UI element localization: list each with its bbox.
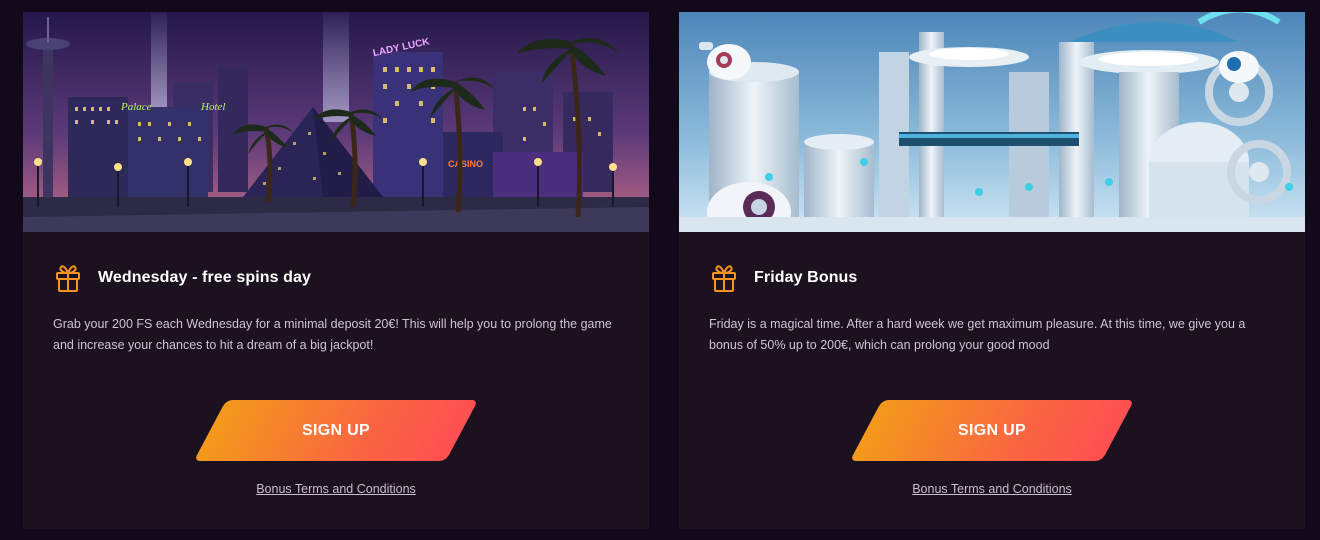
promo-card-wednesday: Palace Hotel LADY LUCK CASINO Wednesday …	[23, 12, 649, 529]
sign-up-button[interactable]: SIGN UP	[842, 400, 1142, 461]
palace-sign: Palace	[120, 101, 152, 113]
promo-card-friday: Friday Bonus Friday is a magical time. A…	[679, 12, 1305, 529]
gift-icon	[53, 263, 83, 293]
promo-description: Friday is a magical time. After a hard w…	[709, 317, 1246, 352]
sign-up-label: SIGN UP	[958, 421, 1026, 439]
sign-up-button[interactable]: SIGN UP	[186, 400, 486, 461]
casino-sign: CASINO	[448, 159, 483, 169]
promo-heading: Friday Bonus	[709, 262, 857, 294]
promotions-page: Palace Hotel LADY LUCK CASINO Wednesday …	[0, 0, 1320, 540]
bonus-terms-link[interactable]: Bonus Terms and Conditions	[679, 482, 1305, 496]
promo-title: Wednesday - free spins day	[98, 269, 312, 286]
sign-up-label: SIGN UP	[302, 421, 370, 439]
gift-icon	[709, 263, 739, 293]
night-city-banner: Palace Hotel LADY LUCK CASINO	[23, 12, 649, 232]
hotel-sign: Hotel	[200, 101, 225, 113]
bonus-terms-link[interactable]: Bonus Terms and Conditions	[23, 482, 649, 496]
futuristic-city-banner	[679, 12, 1305, 232]
promo-description: Grab your 200 FS each Wednesday for a mi…	[53, 317, 612, 352]
promo-heading: Wednesday - free spins day	[53, 262, 311, 294]
promo-title: Friday Bonus	[754, 269, 858, 286]
